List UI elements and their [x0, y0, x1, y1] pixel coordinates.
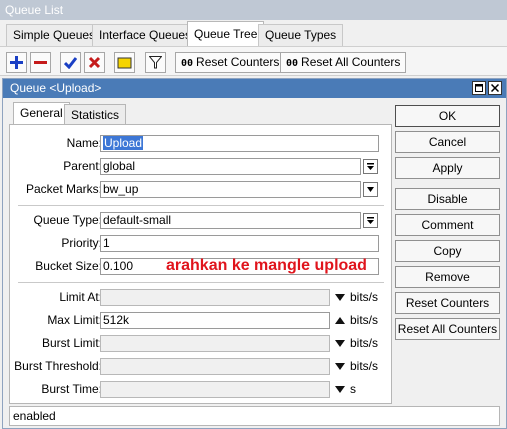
disable-button[interactable]: Disable	[395, 188, 500, 210]
disable-icon	[88, 56, 101, 69]
dropdown-arrow-icon	[367, 217, 374, 224]
queue-type-label: Queue Type:	[33, 213, 103, 227]
expand-down-icon[interactable]	[335, 339, 345, 348]
maximize-button[interactable]	[472, 81, 486, 95]
comment-button[interactable]: Comment	[395, 214, 500, 236]
counter-badge: 00	[181, 58, 194, 69]
burst-limit-field[interactable]	[100, 335, 330, 352]
burst-time-unit: s	[350, 382, 356, 396]
filter-icon	[149, 56, 162, 69]
name-value: Upload	[103, 136, 144, 150]
expand-down-icon[interactable]	[335, 385, 345, 394]
counter-badge: 00	[286, 58, 299, 69]
copy-button[interactable]: Copy	[395, 240, 500, 262]
name-label: Name:	[66, 136, 102, 150]
reset-all-counters-button[interactable]: 00 Reset All Counters	[280, 52, 407, 73]
dialog-title-bar: Queue <Upload>	[3, 79, 506, 98]
tab-bar: Simple Queues Interface Queues Queue Tre…	[0, 20, 507, 46]
cancel-button[interactable]: Cancel	[395, 131, 500, 153]
ok-button[interactable]: OK	[395, 105, 500, 127]
dropdown-arrow-icon	[367, 187, 374, 192]
comment-icon	[117, 57, 132, 68]
remove-button[interactable]	[30, 52, 51, 73]
status-bar: enabled	[9, 406, 500, 426]
close-icon	[491, 84, 499, 92]
max-limit-label: Max Limit:	[47, 313, 102, 327]
priority-field[interactable]: 1	[100, 235, 379, 252]
burst-threshold-field[interactable]	[100, 358, 330, 375]
expand-down-icon[interactable]	[335, 362, 345, 371]
burst-time-label: Burst Time:	[41, 382, 102, 396]
parent-label: Parent:	[63, 159, 102, 173]
burst-limit-label: Burst Limit:	[41, 336, 102, 350]
separator	[18, 282, 384, 283]
queue-dialog: Queue <Upload> General Statistics Name: …	[2, 78, 507, 429]
tab-queue-tree[interactable]: Queue Tree	[187, 21, 265, 46]
disable-button[interactable]	[84, 52, 105, 73]
limit-at-field[interactable]	[100, 289, 330, 306]
burst-time-field[interactable]	[100, 381, 330, 398]
packet-marks-dropdown-button[interactable]	[363, 182, 378, 197]
comment-button[interactable]	[114, 52, 135, 73]
remove-icon	[34, 61, 47, 64]
burst-threshold-unit: bits/s	[350, 359, 379, 373]
parent-dropdown-button[interactable]	[363, 159, 378, 174]
tab-queue-types[interactable]: Queue Types	[258, 24, 344, 46]
enable-icon	[64, 57, 77, 69]
reset-counters-button[interactable]: 00 Reset Counters	[175, 52, 286, 73]
tab-general[interactable]: General	[13, 102, 70, 126]
queue-type-select[interactable]: default-small	[100, 212, 361, 229]
max-limit-field[interactable]: 512k	[100, 312, 330, 329]
toolbar: 00 Reset Counters 00 Reset All Counters	[0, 46, 507, 76]
parent-select[interactable]: global	[100, 158, 361, 175]
reset-counters-button[interactable]: Reset Counters	[395, 292, 500, 314]
collapse-up-icon[interactable]	[335, 316, 345, 325]
limit-at-label: Limit At:	[59, 290, 102, 304]
packet-marks-label: Packet Marks:	[25, 182, 102, 196]
max-limit-unit: bits/s	[350, 313, 379, 327]
tab-simple-queues[interactable]: Simple Queues	[6, 24, 103, 46]
tab-interface-queues[interactable]: Interface Queues	[92, 24, 199, 46]
dropdown-arrow-icon	[367, 163, 374, 170]
filter-button[interactable]	[145, 52, 166, 73]
annotation-text: arahkan ke mangle upload	[166, 257, 367, 274]
window-title: Queue List	[0, 0, 507, 20]
bucket-size-label: Bucket Size:	[35, 259, 102, 273]
separator	[18, 205, 384, 206]
name-field[interactable]: Upload	[100, 135, 379, 152]
enable-button[interactable]	[60, 52, 81, 73]
add-button[interactable]	[6, 52, 27, 73]
dialog-title: Queue <Upload>	[10, 81, 102, 95]
burst-limit-unit: bits/s	[350, 336, 379, 350]
tab-statistics[interactable]: Statistics	[64, 104, 127, 126]
burst-threshold-label: Burst Threshold:	[14, 359, 102, 373]
limit-at-unit: bits/s	[350, 290, 379, 304]
queue-type-dropdown-button[interactable]	[363, 213, 378, 228]
reset-all-counters-button[interactable]: Reset All Counters	[395, 318, 500, 340]
expand-down-icon[interactable]	[335, 293, 345, 302]
add-icon	[10, 56, 23, 69]
maximize-icon	[475, 84, 483, 92]
apply-button[interactable]: Apply	[395, 157, 500, 179]
close-button[interactable]	[488, 81, 502, 95]
packet-marks-select[interactable]: bw_up	[100, 181, 361, 198]
remove-button[interactable]: Remove	[395, 266, 500, 288]
priority-label: Priority:	[61, 236, 102, 250]
